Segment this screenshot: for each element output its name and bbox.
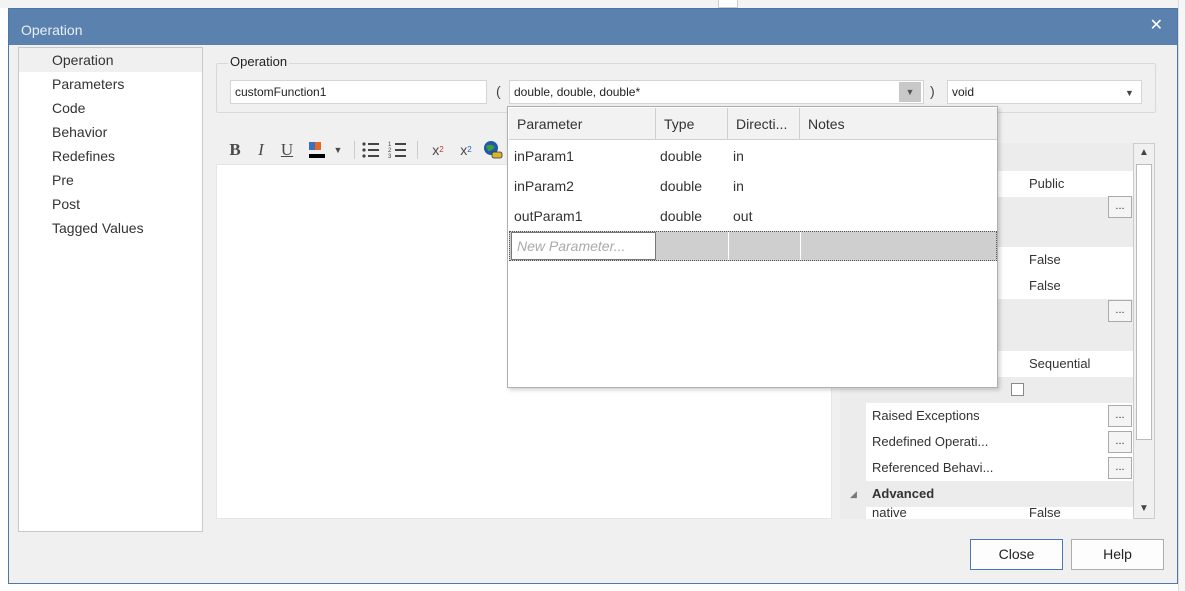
new-row-separator (800, 232, 801, 260)
new-row-separator (728, 232, 729, 260)
column-header-notes[interactable]: Notes (800, 108, 997, 140)
property-row-redefined-operations[interactable]: Redefined Operati... (866, 429, 1134, 455)
new-parameter-input[interactable]: New Parameter... (511, 232, 656, 260)
underline-button[interactable]: U (278, 139, 296, 161)
parameter-direction: in (733, 178, 744, 194)
scroll-up-icon[interactable]: ▲ (1134, 144, 1154, 162)
parameters-popup: Parameter Type Directi... Notes inParam1… (507, 106, 998, 388)
property-value-bool-1: False (1029, 252, 1061, 267)
parameter-direction: out (733, 208, 753, 224)
property-checkbox[interactable] (1011, 383, 1024, 396)
notes-toolbar: B I U ▼ 1 2 3 x2 x2 (216, 135, 516, 165)
parameters-header: Parameter Type Directi... Notes (509, 108, 997, 140)
chevron-down-icon[interactable]: ▼ (899, 82, 921, 102)
close-button[interactable]: Close (970, 539, 1063, 570)
scrollbar-thumb[interactable] (1136, 164, 1152, 440)
background-strip-right (1178, 0, 1185, 591)
new-parameter-row[interactable]: New Parameter... (509, 231, 997, 261)
open-paren: ( (496, 83, 501, 99)
parameter-direction: in (733, 148, 744, 164)
title-bar: Operation ✕ (9, 9, 1177, 45)
property-label-redefined-operations: Redefined Operati... (872, 434, 989, 449)
collapse-triangle-icon[interactable]: ◢ (850, 481, 857, 507)
italic-button[interactable]: I (254, 139, 268, 161)
sidebar-nav: Operation Parameters Code Behavior Redef… (18, 47, 203, 532)
parameter-row[interactable]: inParam2 double in (509, 171, 997, 201)
font-color-button[interactable] (306, 139, 328, 161)
parameter-name: inParam2 (514, 178, 574, 194)
property-category-advanced[interactable]: ◢ Advanced (840, 481, 1135, 507)
numbered-list-button[interactable]: 1 2 3 (387, 139, 409, 161)
svg-text:3: 3 (388, 154, 392, 160)
bullet-list-icon (362, 142, 379, 158)
nav-item-pre[interactable]: Pre (19, 168, 202, 192)
property-label-referenced-behavior: Referenced Behavi... (872, 460, 994, 475)
property-value-bool-2: False (1029, 278, 1061, 293)
return-type-chevron-icon[interactable]: ▼ (1125, 88, 1134, 98)
parameter-type: double (660, 148, 703, 164)
raised-exceptions-ellipsis-button[interactable]: ... (1108, 405, 1132, 427)
parameter-row[interactable]: inParam1 double in (509, 141, 997, 171)
toolbar-separator (354, 141, 355, 159)
property-ellipsis-button[interactable]: ... (1108, 300, 1132, 322)
property-row-raised-exceptions[interactable]: Raised Exceptions (866, 403, 1134, 429)
parameter-name: inParam1 (514, 148, 574, 164)
nav-item-tagged-values[interactable]: Tagged Values (19, 216, 202, 240)
window-title: Operation (21, 22, 83, 38)
background-strip-top (0, 0, 1185, 8)
superscript-mark: 2 (439, 145, 444, 154)
column-header-parameter[interactable]: Parameter (509, 108, 656, 140)
property-ellipsis-button[interactable]: ... (1108, 196, 1132, 218)
category-label-advanced: Advanced (872, 486, 935, 501)
globe-link-icon (484, 141, 503, 159)
bullet-list-button[interactable] (360, 139, 382, 161)
property-row-native[interactable]: native False (866, 507, 1134, 519)
subscript-button[interactable]: x2 (456, 139, 476, 161)
nav-item-post[interactable]: Post (19, 192, 202, 216)
column-header-direction[interactable]: Directi... (728, 108, 800, 140)
close-icon[interactable]: ✕ (1150, 15, 1163, 35)
font-color-dropdown-icon[interactable]: ▼ (333, 139, 343, 161)
superscript-button[interactable]: x2 (428, 139, 448, 161)
subscript-mark: 2 (467, 145, 472, 154)
property-row-referenced-behavior[interactable]: Referenced Behavi... (866, 455, 1134, 481)
nav-item-parameters[interactable]: Parameters (19, 72, 202, 96)
nav-item-code[interactable]: Code (19, 96, 202, 120)
property-value-scope: Public (1029, 176, 1065, 191)
hyperlink-button[interactable] (482, 139, 504, 161)
return-type-value: void (952, 85, 975, 99)
nav-item-redefines[interactable]: Redefines (19, 144, 202, 168)
parameter-name: outParam1 (514, 208, 583, 224)
return-type-select[interactable]: void (947, 80, 1142, 104)
nav-item-behavior[interactable]: Behavior (19, 120, 202, 144)
parameter-type: double (660, 208, 703, 224)
numbered-list-icon: 1 2 3 (388, 142, 406, 160)
parameter-row[interactable]: outParam1 double out (509, 201, 997, 231)
parameters-value: double, double, double* (514, 85, 641, 99)
help-button[interactable]: Help (1071, 539, 1164, 570)
bold-button[interactable]: B (226, 139, 244, 161)
column-header-type[interactable]: Type (656, 108, 728, 140)
toolbar-separator (417, 141, 418, 159)
operation-group-label: Operation (228, 54, 290, 69)
property-label-native: native (872, 507, 907, 519)
operation-name-input[interactable]: customFunction1 (230, 80, 487, 104)
scroll-down-icon[interactable]: ▼ (1134, 500, 1154, 518)
redefined-operations-ellipsis-button[interactable]: ... (1108, 431, 1132, 453)
font-color-icon (309, 142, 325, 158)
parameter-type: double (660, 178, 703, 194)
parameters-combo[interactable]: double, double, double* (509, 80, 924, 104)
nav-item-operation[interactable]: Operation (19, 48, 202, 72)
referenced-behavior-ellipsis-button[interactable]: ... (1108, 457, 1132, 479)
close-paren: ) (930, 83, 935, 99)
property-grid-scrollbar[interactable]: ▲ ▼ (1133, 143, 1155, 519)
property-value-concurrency: Sequential (1029, 356, 1091, 371)
background-box (718, 0, 738, 8)
property-label-raised-exceptions: Raised Exceptions (872, 408, 980, 423)
property-value-native: False (1029, 507, 1061, 519)
